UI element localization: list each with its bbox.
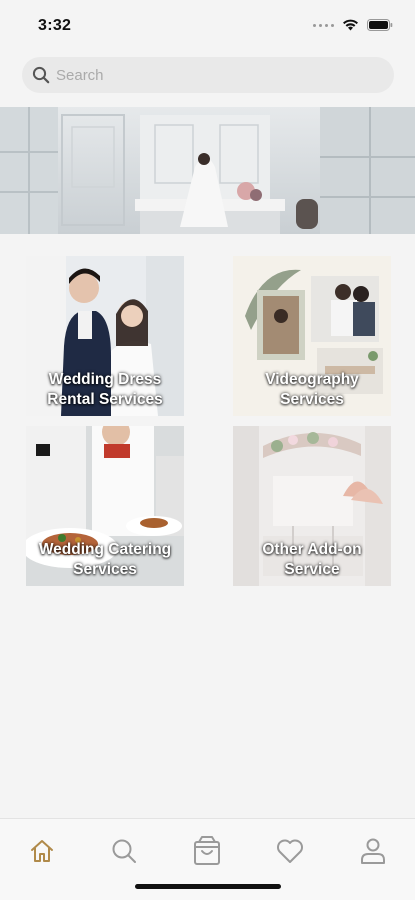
profile-icon	[361, 838, 385, 864]
tile-label-line1: Wedding Catering	[38, 541, 172, 558]
home-indicator	[135, 884, 281, 889]
nav-cart-button[interactable]	[187, 831, 227, 871]
home-icon	[31, 840, 53, 862]
wifi-icon	[343, 19, 358, 31]
nav-search-button[interactable]	[104, 831, 144, 871]
search-icon	[32, 66, 50, 84]
tile-label-line2: Services	[280, 391, 344, 408]
category-videography[interactable]: Videography Services	[233, 256, 391, 416]
category-wedding-dress-rental[interactable]: Wedding Dress Rental Services	[26, 256, 184, 416]
tile-label: Wedding Dress Rental Services	[26, 370, 184, 410]
status-bar: 3:32	[0, 0, 415, 54]
tile-label-line2: Rental Services	[47, 391, 163, 408]
nav-profile-button[interactable]	[353, 831, 393, 871]
tile-label-line1: Wedding Dress	[48, 371, 162, 388]
nav-home-button[interactable]	[22, 831, 62, 871]
status-icons	[313, 19, 393, 31]
tile-label: Other Add-on Service	[233, 540, 391, 580]
nav-favorites-button[interactable]	[270, 831, 310, 871]
heart-icon	[277, 839, 303, 863]
search-icon	[112, 839, 136, 863]
tile-label-line2: Service	[284, 561, 340, 578]
tile-label-line1: Videography	[265, 371, 359, 388]
banner-photo	[0, 107, 415, 234]
tile-label: Wedding Catering Services	[26, 540, 184, 580]
cart-icon	[194, 836, 220, 865]
tile-label-line1: Other Add-on	[262, 541, 362, 558]
tile-label-line2: Services	[73, 561, 137, 578]
battery-icon	[367, 19, 393, 31]
search-bar[interactable]	[22, 57, 394, 93]
status-time: 3:32	[38, 17, 72, 34]
search-input[interactable]	[56, 66, 356, 84]
category-other-add-on[interactable]: Other Add-on Service	[233, 426, 391, 586]
tile-label: Videography Services	[233, 370, 391, 410]
category-wedding-catering[interactable]: Wedding Catering Services	[26, 426, 184, 586]
banner-image[interactable]	[0, 107, 415, 234]
cellular-signal-icon	[313, 23, 334, 27]
